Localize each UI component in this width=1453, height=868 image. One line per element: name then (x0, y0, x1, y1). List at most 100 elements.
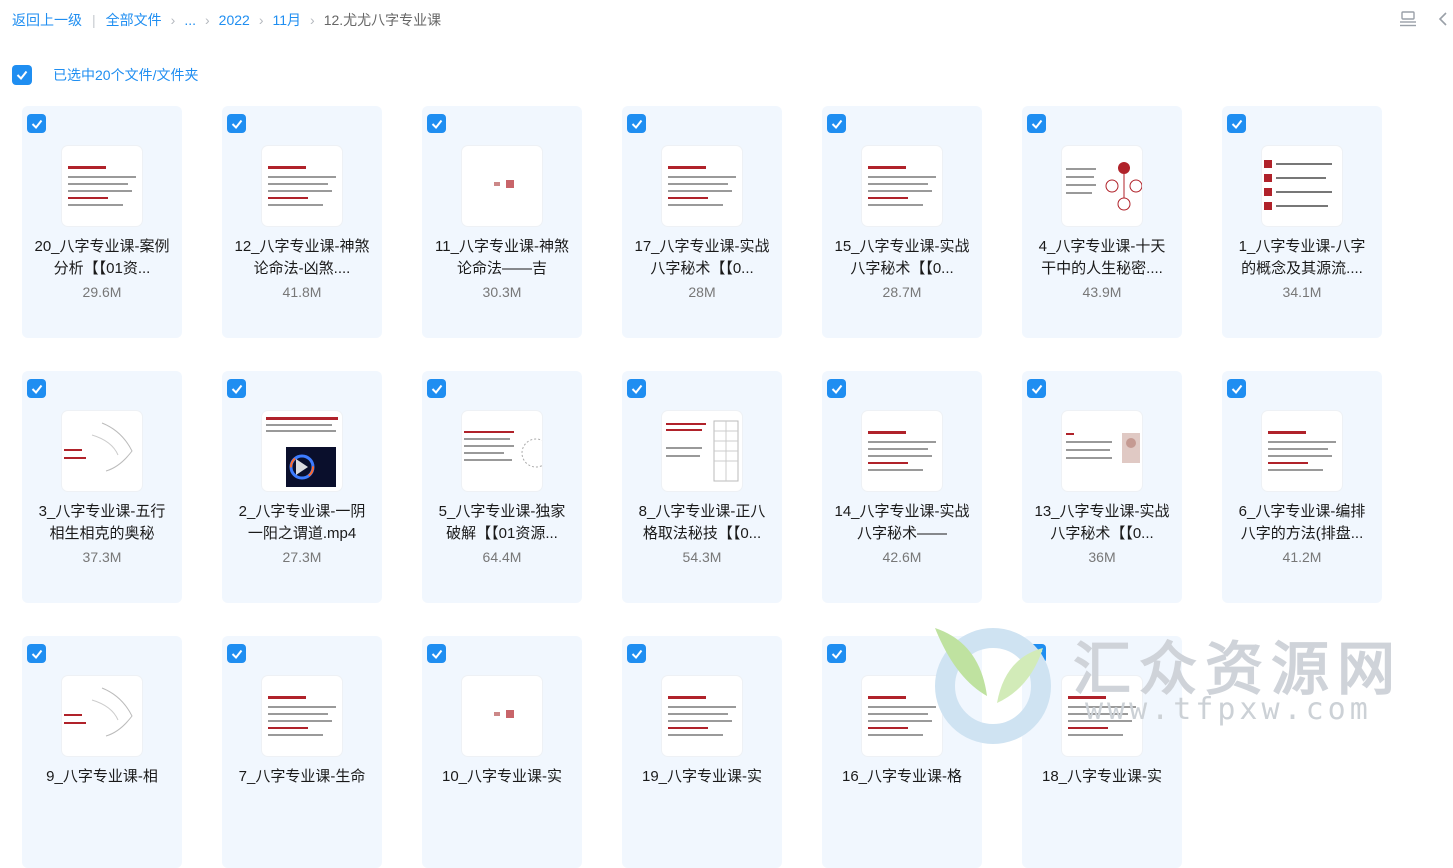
file-size: 37.3M (82, 549, 122, 565)
file-card[interactable]: 19_八字专业课-实 (622, 636, 782, 868)
file-size: 41.2M (1282, 549, 1322, 565)
file-size: 27.3M (282, 549, 322, 565)
file-thumbnail (1262, 411, 1342, 491)
file-card[interactable]: 1_八字专业课-八字的概念及其源流.... 34.1M (1222, 106, 1382, 338)
file-name: 6_八字专业课-编排八字的方法(排盘... (1238, 503, 1366, 542)
file-thumbnail (862, 676, 942, 756)
file-name: 13_八字专业课-实战八字秘术【【0... (1034, 503, 1170, 542)
file-card[interactable]: 17_八字专业课-实战八字秘术【【0... 28M (622, 106, 782, 338)
file-thumbnail (862, 411, 942, 491)
file-checkbox[interactable] (27, 379, 46, 398)
file-checkbox[interactable] (227, 644, 246, 663)
file-name: 5_八字专业课-独家破解【【01资源... (438, 503, 566, 542)
file-name: 12_八字专业课-神煞论命法-凶煞.... (234, 238, 370, 277)
file-card[interactable]: 20_八字专业课-案例分析【【01资... 29.6M (22, 106, 182, 338)
file-name: 14_八字专业课-实战八字秘术—— (834, 503, 970, 542)
chevron-right-icon: › (310, 12, 315, 28)
file-thumbnail (662, 676, 742, 756)
file-checkbox[interactable] (1027, 114, 1046, 133)
file-checkbox[interactable] (827, 379, 846, 398)
back-link[interactable]: 返回上一级 (12, 10, 82, 30)
file-card[interactable]: 8_八字专业课-正八格取法秘技【【0... 54.3M (622, 371, 782, 603)
file-thumbnail (662, 146, 742, 226)
file-checkbox[interactable] (27, 114, 46, 133)
file-name: 15_八字专业课-实战八字秘术【【0... (834, 238, 970, 277)
selection-bar: 已选中20个文件/文件夹 (12, 64, 198, 86)
file-size: 36M (1088, 549, 1116, 565)
file-size: 28M (688, 284, 716, 300)
file-name: 8_八字专业课-正八格取法秘技【【0... (638, 503, 766, 542)
file-name: 1_八字专业课-八字的概念及其源流.... (1238, 238, 1366, 277)
chevron-right-icon: › (170, 12, 176, 28)
file-size: 43.9M (1082, 284, 1122, 300)
file-checkbox[interactable] (827, 644, 846, 663)
file-size: 42.6M (882, 549, 922, 565)
file-checkbox[interactable] (27, 644, 46, 663)
file-size: 41.8M (282, 284, 322, 300)
file-card[interactable]: 10_八字专业课-实 (422, 636, 582, 868)
file-card[interactable]: 9_八字专业课-相 (22, 636, 182, 868)
file-size: 34.1M (1282, 284, 1322, 300)
file-card[interactable]: 14_八字专业课-实战八字秘术—— 42.6M (822, 371, 982, 603)
file-checkbox[interactable] (1027, 644, 1046, 663)
file-thumbnail (462, 411, 542, 491)
breadcrumb-all-files[interactable]: 全部文件 (106, 10, 162, 30)
file-name: 2_八字专业课-一阴一阳之谓道.mp4 (238, 503, 366, 542)
file-name: 17_八字专业课-实战八字秘术【【0... (634, 238, 770, 277)
file-thumbnail (1262, 146, 1342, 226)
file-thumbnail (262, 676, 342, 756)
breadcrumb-month[interactable]: 11月 (272, 10, 301, 30)
file-thumbnail (462, 676, 542, 756)
file-card[interactable]: 16_八字专业课-格 (822, 636, 982, 868)
file-thumbnail (262, 411, 342, 491)
file-card[interactable]: 6_八字专业课-编排八字的方法(排盘... 41.2M (1222, 371, 1382, 603)
file-card[interactable]: 15_八字专业课-实战八字秘术【【0... 28.7M (822, 106, 982, 338)
file-thumbnail (662, 411, 742, 491)
file-size: 64.4M (482, 549, 522, 565)
file-thumbnail (1062, 676, 1142, 756)
chevron-right-icon: › (258, 12, 264, 28)
file-card[interactable]: 4_八字专业课-十天干中的人生秘密.... 43.9M (1022, 106, 1182, 338)
file-size: 29.6M (82, 284, 122, 300)
file-checkbox[interactable] (627, 379, 646, 398)
file-card[interactable]: 7_八字专业课-生命 (222, 636, 382, 868)
file-size: 54.3M (682, 549, 722, 565)
file-thumbnail (462, 146, 542, 226)
separator: | (92, 12, 96, 28)
file-size: 30.3M (482, 284, 522, 300)
file-name: 4_八字专业课-十天干中的人生秘密.... (1038, 238, 1166, 277)
file-checkbox[interactable] (827, 114, 846, 133)
file-checkbox[interactable] (227, 379, 246, 398)
file-checkbox[interactable] (227, 114, 246, 133)
file-checkbox[interactable] (1227, 114, 1246, 133)
file-card[interactable]: 11_八字专业课-神煞论命法——吉 30.3M (422, 106, 582, 338)
collapse-arrow-icon[interactable] (1436, 10, 1450, 28)
file-checkbox[interactable] (427, 644, 446, 663)
chevron-right-icon: › (204, 12, 210, 28)
file-checkbox[interactable] (627, 114, 646, 133)
file-card[interactable]: 5_八字专业课-独家破解【【01资源... 64.4M (422, 371, 582, 603)
file-checkbox[interactable] (627, 644, 646, 663)
file-checkbox[interactable] (1027, 379, 1046, 398)
file-card[interactable]: 2_八字专业课-一阴一阳之谓道.mp4 27.3M (222, 371, 382, 603)
file-name: 11_八字专业课-神煞论命法——吉 (435, 238, 569, 277)
file-card[interactable]: 13_八字专业课-实战八字秘术【【0... 36M (1022, 371, 1182, 603)
breadcrumb-year[interactable]: 2022 (219, 12, 250, 28)
select-all-checkbox[interactable] (12, 65, 32, 85)
breadcrumb-ellipsis[interactable]: ... (184, 12, 196, 28)
file-checkbox[interactable] (427, 379, 446, 398)
file-name: 3_八字专业课-五行相生相克的奥秘 (38, 503, 166, 542)
file-thumbnail (62, 676, 142, 756)
breadcrumb: 返回上一级 | 全部文件 › ... › 2022 › 11月 › 12.尤尤八… (12, 10, 441, 30)
file-thumbnail (862, 146, 942, 226)
file-thumbnail (1062, 146, 1142, 226)
file-thumbnail (1062, 411, 1142, 491)
file-thumbnail (262, 146, 342, 226)
file-card[interactable]: 3_八字专业课-五行相生相克的奥秘 37.3M (22, 371, 182, 603)
file-checkbox[interactable] (1227, 379, 1246, 398)
list-view-icon[interactable] (1399, 11, 1417, 27)
file-card[interactable]: 12_八字专业课-神煞论命法-凶煞.... 41.8M (222, 106, 382, 338)
file-thumbnail (62, 411, 142, 491)
file-card[interactable]: 18_八字专业课-实 (1022, 636, 1182, 868)
file-checkbox[interactable] (427, 114, 446, 133)
